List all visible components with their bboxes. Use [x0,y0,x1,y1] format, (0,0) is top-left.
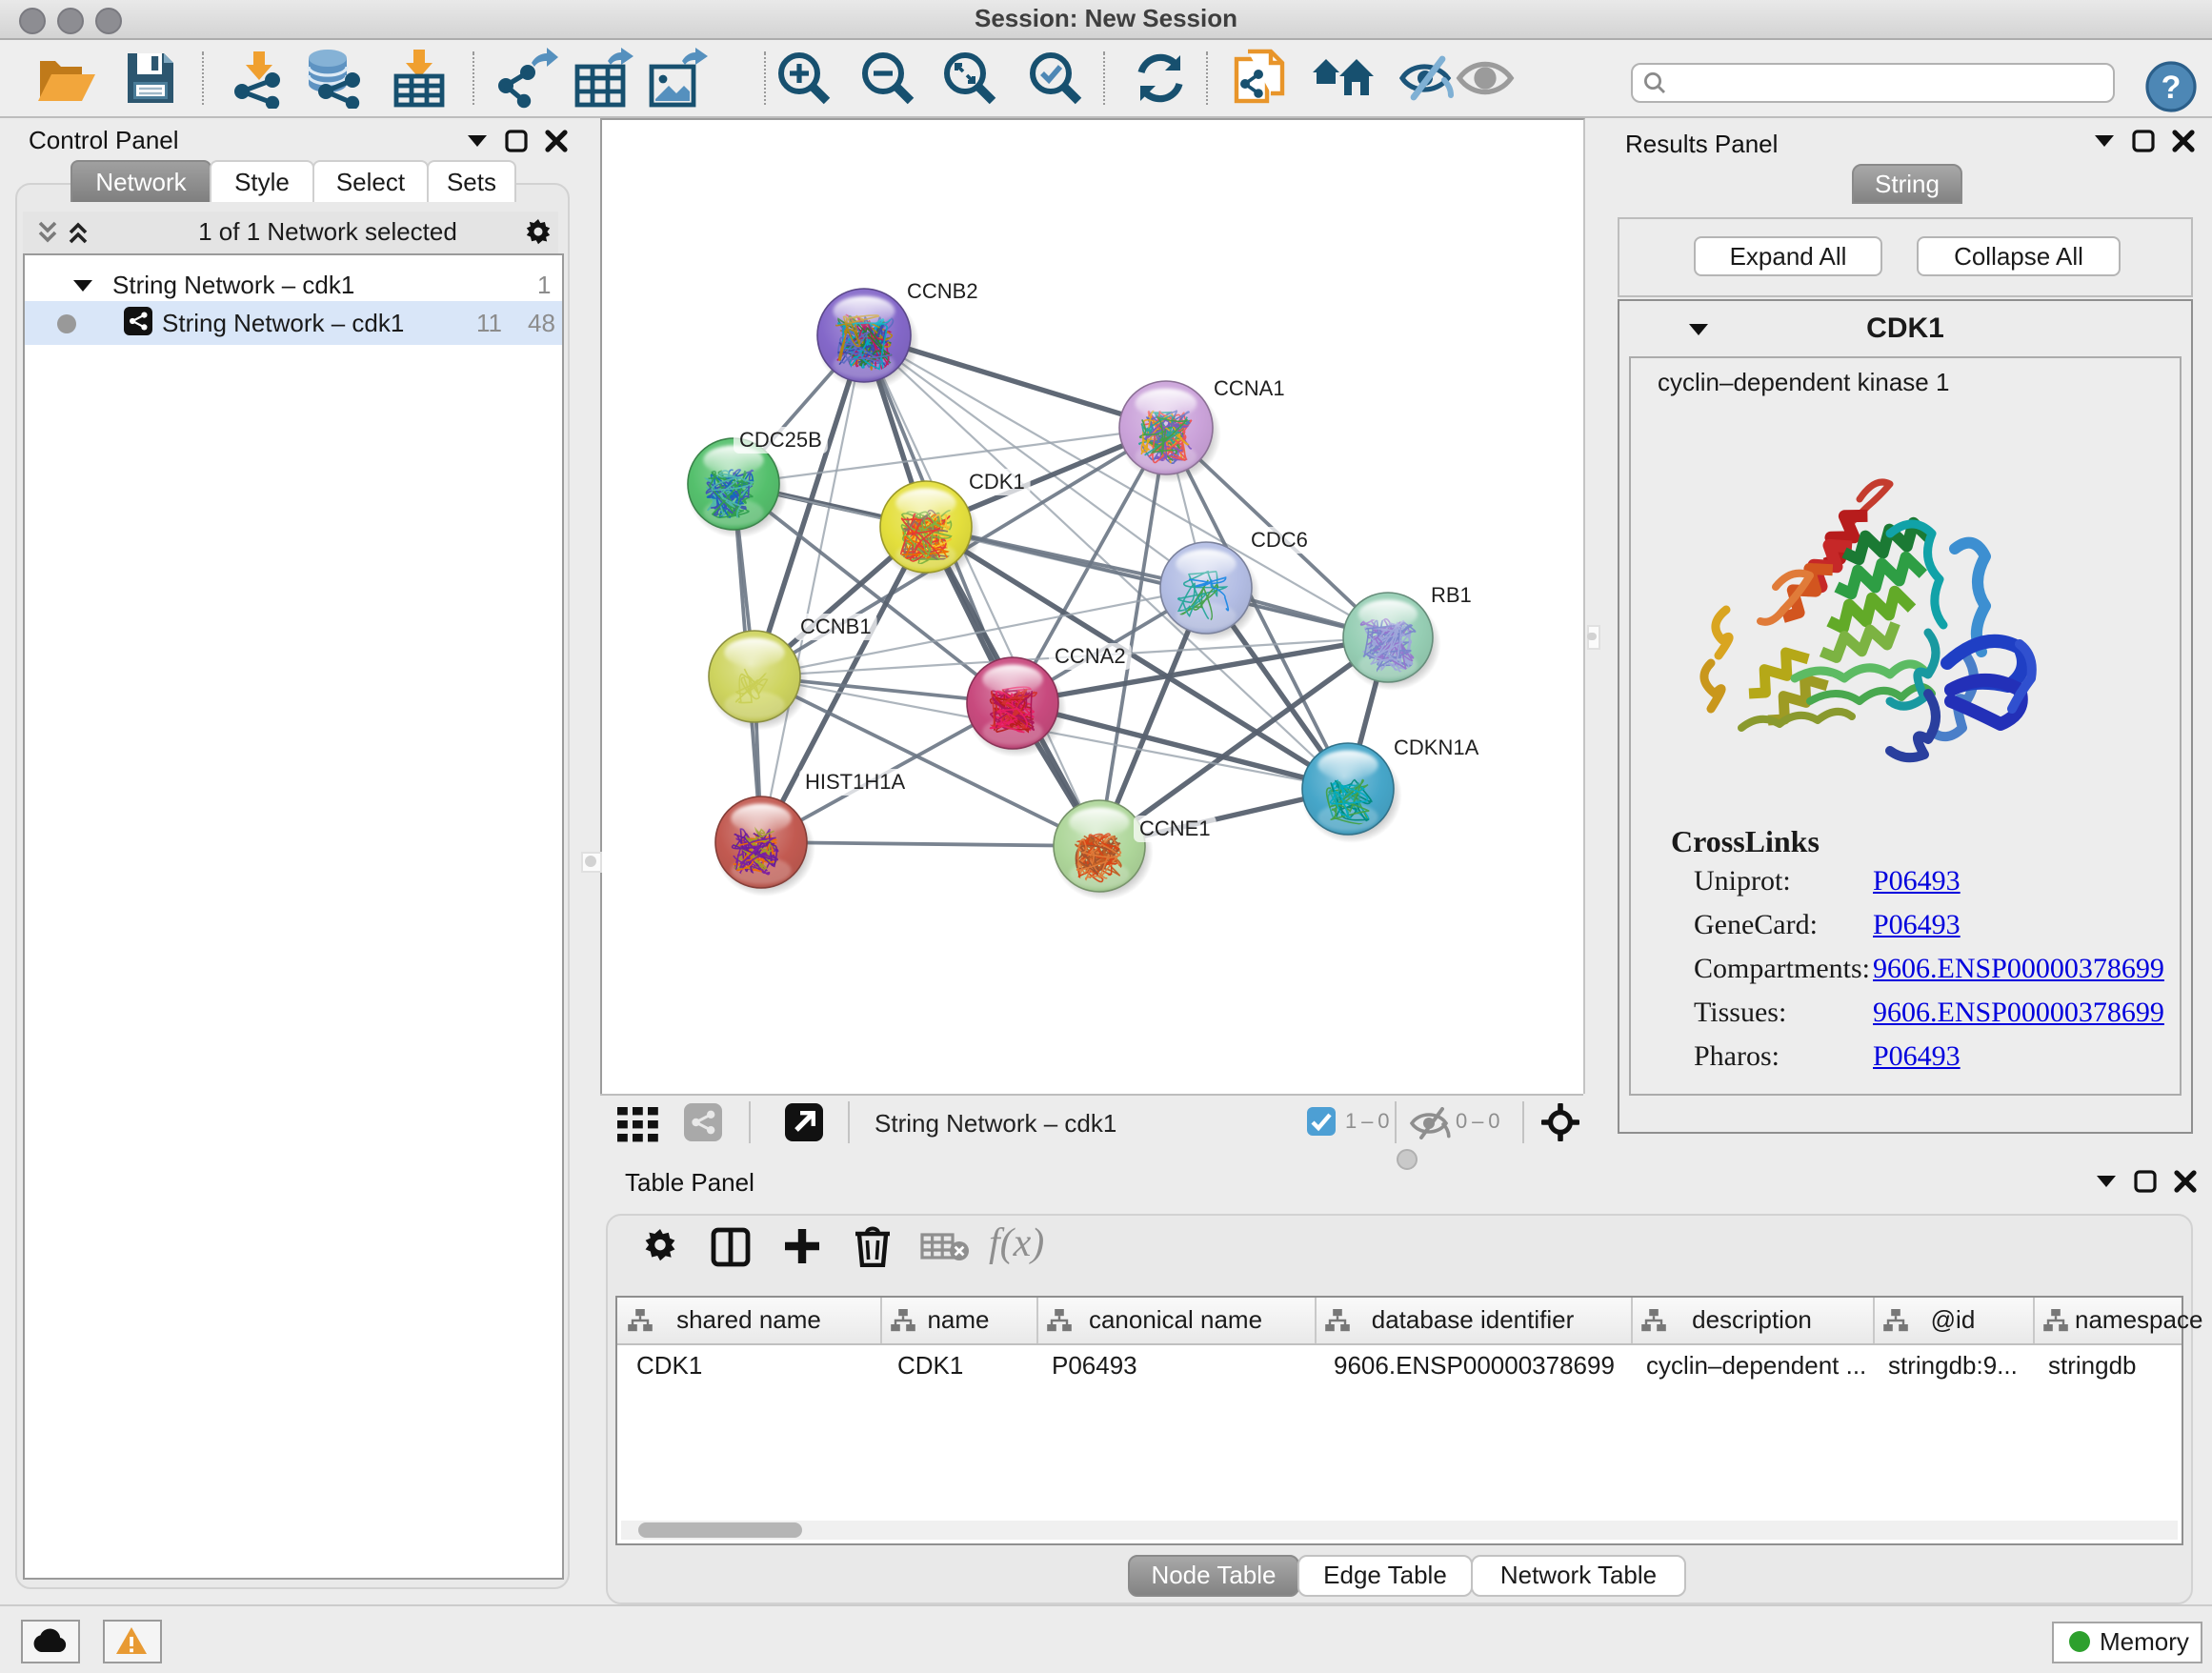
svg-text:CDC25B: CDC25B [739,428,822,452]
svg-text:HIST1H1A: HIST1H1A [805,770,905,794]
svg-text:CCNA2: CCNA2 [1055,644,1126,668]
svg-text:CCNE1: CCNE1 [1139,816,1211,840]
svg-text:CDKN1A: CDKN1A [1394,736,1479,759]
svg-text:CCNB1: CCNB1 [800,615,872,638]
svg-text:CDC6: CDC6 [1251,528,1308,552]
svg-text:RB1: RB1 [1431,583,1472,607]
svg-text:CCNB2: CCNB2 [907,279,978,303]
svg-text:?: ? [2162,70,2182,106]
svg-text:CCNA1: CCNA1 [1214,376,1285,400]
svg-text:CDK1: CDK1 [969,470,1025,494]
